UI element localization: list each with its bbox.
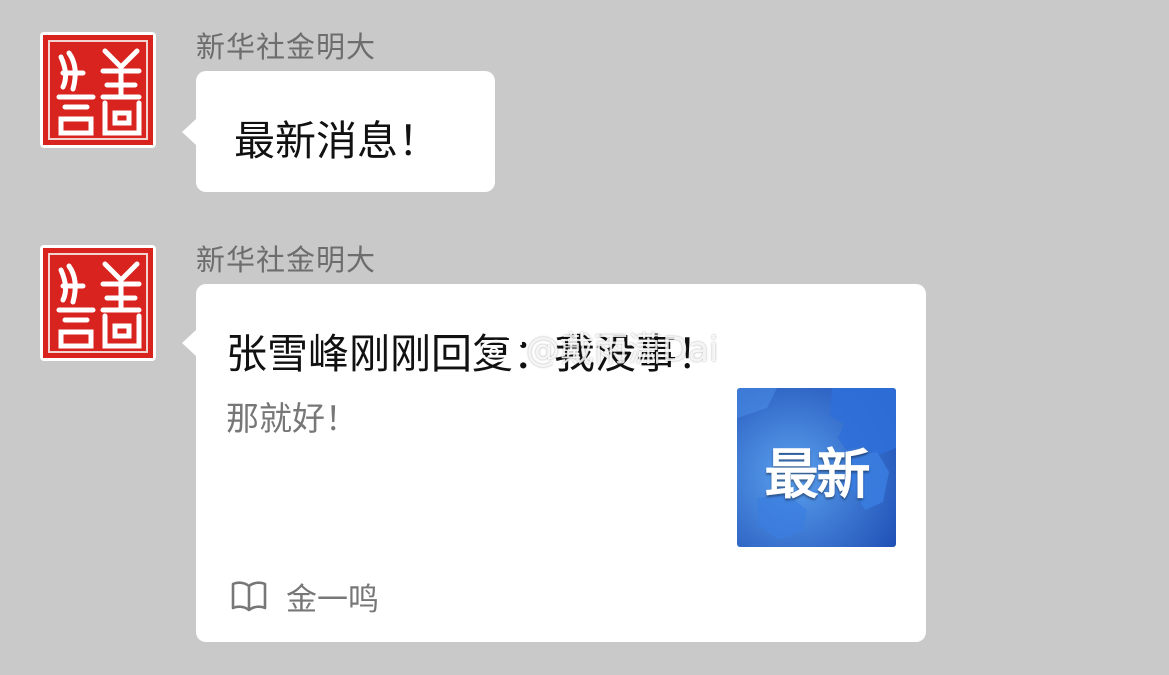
red-seal-icon	[43, 248, 153, 358]
card-source: 金一鸣	[286, 581, 379, 618]
card-thumbnail: 最新	[737, 388, 896, 547]
card-description: 那就好！	[226, 399, 358, 438]
weibo-icon	[479, 330, 522, 362]
card-footer[interactable]: 金一鸣	[230, 576, 379, 618]
sender-avatar[interactable]	[40, 32, 156, 148]
sender-name: 新华社金明大	[196, 243, 377, 277]
watermark: @戴雨潇Dai	[478, 322, 718, 371]
red-seal-icon	[43, 35, 153, 145]
book-icon	[231, 581, 267, 612]
sender-name: 新华社金明大	[196, 30, 377, 64]
message-bubble[interactable]: 最新消息！	[182, 71, 495, 192]
watermark-text: @戴雨潇Dai	[526, 330, 719, 370]
thumbnail-label: 最新	[764, 443, 871, 506]
sender-avatar[interactable]	[40, 245, 156, 361]
message-text: 最新消息！	[234, 117, 439, 165]
